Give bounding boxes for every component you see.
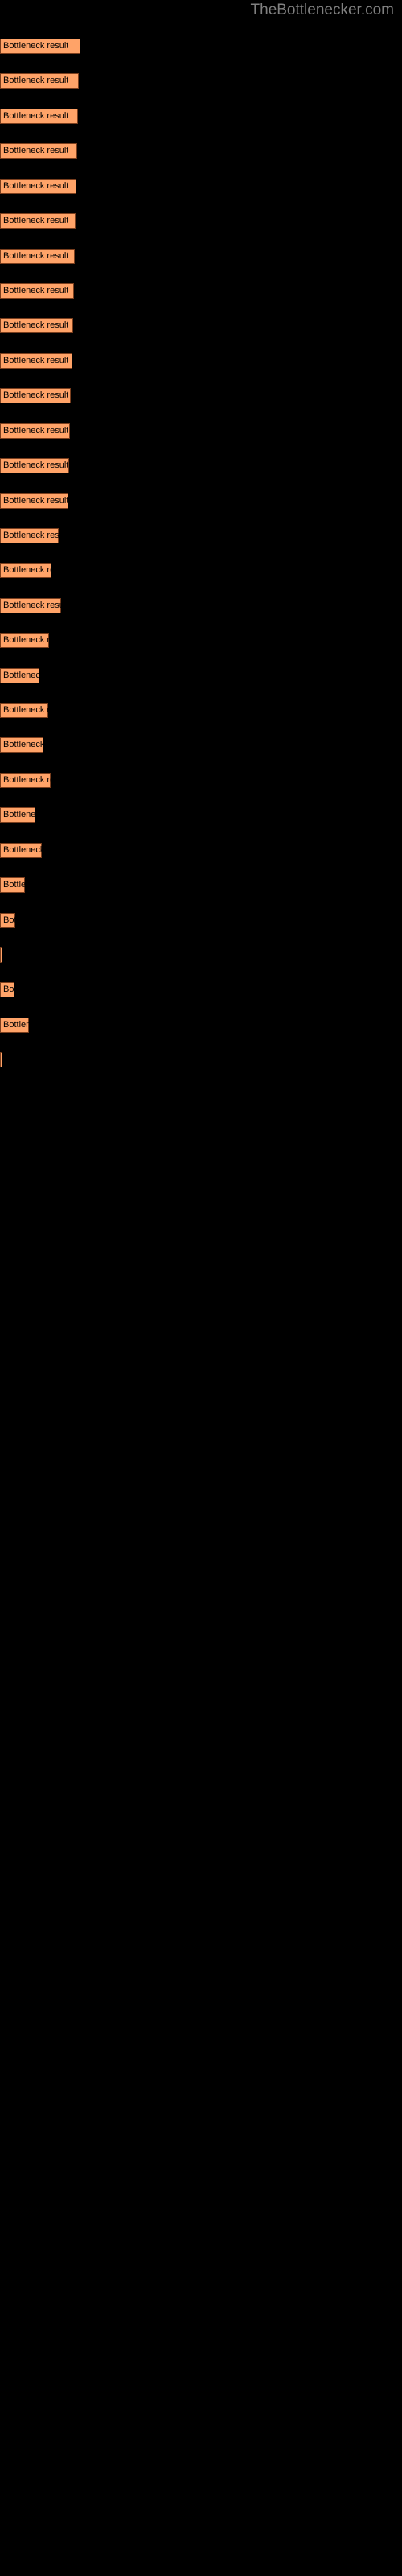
bar-label: Bottleneck result [3, 844, 42, 855]
bar-clip: Bottleneck result [0, 423, 70, 439]
bar-row: Bottleneck result [0, 912, 402, 928]
bar-label: Bottleneck result [3, 216, 69, 226]
bar-label: Bottleneck result [3, 41, 69, 51]
bar-row: Bottleneck result [0, 423, 402, 439]
bars-layer: Bottleneck result Bottleneck result Bottle… [0, 0, 402, 2576]
bar-label: Bottleneck result [3, 810, 35, 820]
bar-row: Bottleneck result [0, 353, 402, 369]
bar-row: Bottleneck result [0, 108, 402, 124]
bar-label: Bottleneck result [3, 774, 51, 785]
bar-row: Bottleneck result [0, 667, 402, 683]
bar-clip: Bottleneck result [0, 108, 78, 124]
bar-row: Bottleneck result [0, 283, 402, 299]
bar [0, 1052, 2, 1068]
bar-clip: Bottleneck result [0, 353, 72, 369]
bar-label: Bottleneck result [3, 565, 51, 576]
bar-clip: Bottleneck result [0, 1017, 29, 1033]
bar-row: Bottleneck result [0, 703, 402, 718]
bar-row: Bottleneck result [0, 737, 402, 753]
bar-clip: Bottleneck result [0, 1052, 2, 1068]
bar-label: Bottleneck result [3, 180, 69, 191]
bar-label: Bottleneck result [3, 390, 69, 401]
bar-row: Bottleneck result [0, 842, 402, 858]
bar-label: Bottleneck result [3, 425, 69, 436]
bar-clip: Bottleneck result [0, 772, 51, 788]
bar-label: Bottleneck result [3, 985, 14, 995]
bar-label: Bottleneck result [3, 146, 69, 156]
bar-clip: Bottleneck result [0, 493, 68, 509]
bar-row: Bottleneck result [0, 772, 402, 788]
bar-row: Bottleneck result [0, 248, 402, 264]
bar-label: Bottleneck result [3, 740, 43, 750]
bar-row: Bottleneck result [0, 947, 402, 963]
bar-clip: Bottleneck result [0, 458, 69, 473]
bar-clip: Bottleneck result [0, 213, 76, 229]
bar-label: Bottleneck result [3, 914, 15, 925]
bar-label: Bottleneck result [3, 285, 69, 295]
bar-row: Bottleneck result [0, 39, 402, 54]
bar-row: Bottleneck result [0, 1017, 402, 1033]
bar-clip: Bottleneck result [0, 39, 80, 54]
bar-row: Bottleneck result [0, 563, 402, 579]
bar-label: Bottleneck result [3, 460, 69, 470]
bar-clip: Bottleneck result [0, 842, 42, 858]
bar-clip: Bottleneck result [0, 143, 77, 159]
bar-row: Bottleneck result [0, 633, 402, 649]
bar-label: Bottleneck result [3, 250, 69, 261]
bar-row: Bottleneck result [0, 807, 402, 824]
bar-clip: Bottleneck result [0, 318, 73, 334]
bar-clip: Bottleneck result [0, 633, 49, 649]
bar-row: Bottleneck result [0, 493, 402, 509]
bar-label: Bottleneck result [3, 1019, 29, 1030]
bar-clip: Bottleneck result [0, 912, 15, 928]
bar-label: Bottleneck result [3, 320, 69, 331]
bar-clip: Bottleneck result [0, 283, 74, 299]
bar-clip: Bottleneck result [0, 527, 59, 543]
bar-row: Bottleneck result [0, 143, 402, 159]
bar-clip: Bottleneck result [0, 982, 14, 998]
bar-clip: Bottleneck result [0, 178, 76, 194]
bar-clip: Bottleneck result [0, 597, 61, 613]
bar-label: Bottleneck result [3, 76, 69, 86]
bar-clip: Bottleneck result [0, 877, 25, 894]
bar-row: Bottleneck result [0, 877, 402, 894]
bar-label: Bottleneck result [3, 110, 69, 121]
bar-clip: Bottleneck result [0, 563, 51, 579]
bar-row: Bottleneck result [0, 318, 402, 334]
bar-row: Bottleneck result [0, 1052, 402, 1068]
bar-label: Bottleneck result [3, 705, 48, 715]
bar-label: Bottleneck result [3, 530, 59, 540]
bar-clip: Bottleneck result [0, 667, 39, 683]
bar-row: Bottleneck result [0, 458, 402, 473]
bar-clip: Bottleneck result [0, 703, 48, 718]
bar-row: Bottleneck result [0, 178, 402, 194]
bottleneck-chart: TheBottlenecker.com Bottleneck result Bot… [0, 0, 402, 2576]
bar-clip: Bottleneck result [0, 388, 71, 404]
bar-label: Bottleneck result [3, 600, 61, 610]
bar-clip: Bottleneck result [0, 807, 35, 824]
bar-row: Bottleneck result [0, 982, 402, 998]
bar-label: Bottleneck result [3, 635, 49, 646]
bar-row: Bottleneck result [0, 597, 402, 613]
bar [0, 947, 2, 963]
bar-row: Bottleneck result [0, 73, 402, 89]
bar-label: Bottleneck result [3, 355, 69, 365]
bar-clip: Bottleneck result [0, 737, 43, 753]
bar-label: Bottleneck result [3, 880, 25, 890]
bar-row: Bottleneck result [0, 527, 402, 543]
bar-clip: Bottleneck result [0, 947, 2, 963]
bar-row: Bottleneck result [0, 388, 402, 404]
bar-clip: Bottleneck result [0, 73, 79, 89]
bar-clip: Bottleneck result [0, 248, 75, 264]
bar-row: Bottleneck result [0, 213, 402, 229]
bar-label: Bottleneck result [3, 670, 39, 680]
bar-label: Bottleneck result [3, 495, 68, 506]
